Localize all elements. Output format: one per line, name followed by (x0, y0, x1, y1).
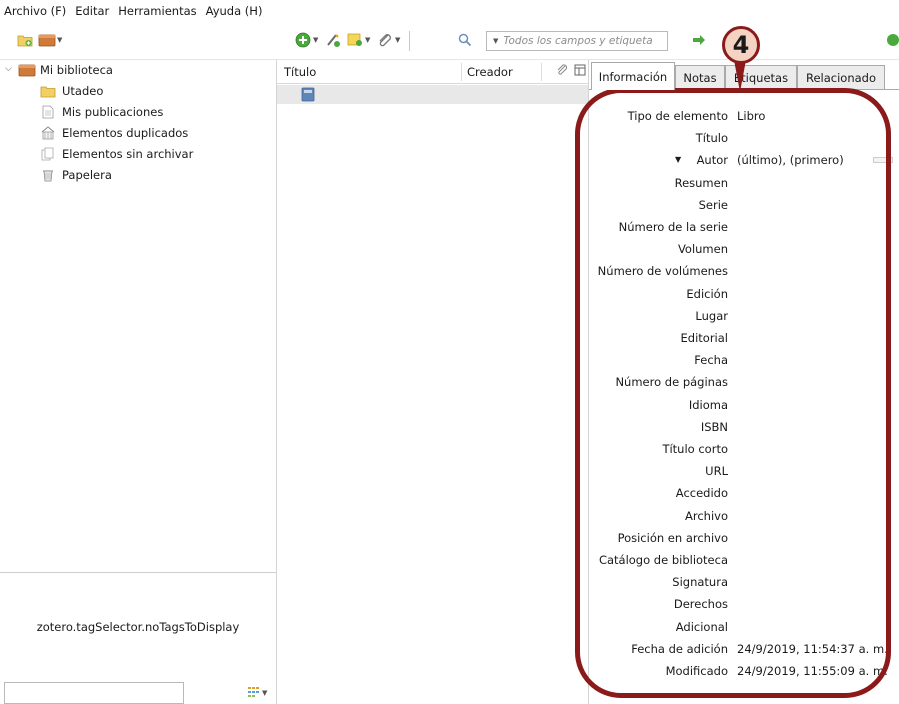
column-picker-icon[interactable] (574, 64, 586, 79)
trash-icon (40, 168, 56, 182)
tab-notas[interactable]: Notas (675, 65, 725, 89)
field-label-edicion: Edición (686, 287, 728, 301)
field-label-modificado: Modificado (665, 664, 728, 678)
column-divider[interactable] (541, 63, 542, 81)
search-mode-dropdown-icon[interactable]: ▼ (493, 37, 498, 45)
field-value-tipo[interactable]: Libro (737, 109, 765, 123)
field-label-accedido: Accedido (675, 486, 728, 500)
field-label-catalogo: Catálogo de biblioteca (598, 553, 728, 567)
document-icon (40, 105, 56, 119)
collection-label: Utadeo (62, 84, 104, 98)
new-note-dropdown-icon[interactable]: ▼ (365, 36, 370, 44)
menu-editar[interactable]: Editar (75, 4, 109, 18)
tag-filter-input[interactable] (4, 682, 184, 704)
column-divider[interactable] (461, 63, 462, 81)
tag-selector-message: zotero.tagSelector.noTagsToDisplay (36, 620, 240, 634)
collection-papelera[interactable]: Papelera (40, 165, 112, 185)
field-label-numero-volumenes: Número de volúmenes (597, 264, 728, 278)
tab-relacionado[interactable]: Relacionado (797, 65, 885, 89)
new-note-icon[interactable] (346, 32, 364, 48)
menu-archivo[interactable]: Archivo (F) (4, 4, 66, 18)
badge-pointer (734, 60, 746, 92)
field-label-fecha-adicion: Fecha de adición (631, 642, 728, 656)
field-label-archivo: Archivo (685, 509, 728, 523)
library-row[interactable]: ⌵ Mi biblioteca (0, 60, 276, 80)
menu-bar: Archivo (F) Editar Herramientas Ayuda (H… (0, 0, 899, 22)
toolbar-separator (409, 31, 410, 51)
collection-label: Elementos sin archivar (62, 147, 194, 161)
table-row[interactable] (277, 85, 588, 104)
tag-actions-button[interactable]: ▼ (248, 686, 272, 700)
tag-actions-dropdown-icon: ▼ (262, 689, 268, 697)
field-label-volumen: Volumen (677, 242, 728, 256)
tag-selector-divider[interactable] (0, 572, 276, 573)
collection-label: Papelera (62, 168, 112, 182)
field-label-serie: Serie (698, 198, 728, 212)
menu-ayuda[interactable]: Ayuda (H) (206, 4, 263, 18)
items-column-header: Título Creador (277, 60, 588, 84)
field-label-adicional: Adicional (675, 620, 728, 634)
field-label-signatura: Signatura (672, 575, 728, 589)
field-label-isbn: ISBN (700, 420, 728, 434)
collection-elementos-duplicados[interactable]: Elementos duplicados (40, 123, 188, 143)
book-icon (301, 87, 315, 105)
field-label-derechos: Derechos (673, 597, 728, 611)
add-by-identifier-icon[interactable] (324, 32, 342, 48)
collection-label: Mis publicaciones (62, 105, 164, 119)
field-label-fecha: Fecha (694, 353, 728, 367)
field-label-numero-serie: Número de la serie (618, 220, 728, 234)
column-creator[interactable]: Creador (467, 65, 513, 79)
field-value-modificado: 24/9/2019, 11:55:09 a. m. (737, 664, 888, 678)
author-mode-toggle[interactable] (873, 157, 893, 163)
field-label-resumen: Resumen (674, 176, 728, 190)
field-label-posicion-archivo: Posición en archivo (617, 531, 728, 545)
field-label-idioma: Idioma (688, 398, 728, 412)
add-attachment-icon[interactable] (376, 32, 394, 48)
field-label-titulo-corto: Título corto (662, 442, 728, 456)
menu-herramientas[interactable]: Herramientas (118, 4, 196, 18)
new-library-icon[interactable] (38, 32, 56, 48)
field-label-autor[interactable]: Autor (697, 153, 728, 167)
step-badge: 4 (722, 26, 760, 64)
sync-icon[interactable] (884, 32, 899, 48)
add-attachment-dropdown-icon[interactable]: ▼ (395, 36, 400, 44)
field-value-fecha-adicion: 24/9/2019, 11:54:37 a. m. (737, 642, 888, 656)
library-icon (18, 63, 36, 80)
collections-pane: ⌵ Mi biblioteca Utadeo Mis publicaciones… (0, 60, 277, 704)
items-pane: Título Creador (277, 60, 589, 704)
folder-icon (40, 84, 56, 98)
library-label: Mi biblioteca (40, 63, 113, 77)
toolbar: ▼ ▼ ▼ ▼ ▼ Todos los campos y etiqueta (0, 22, 899, 60)
duplicates-icon (40, 126, 56, 140)
tag-grid-icon (248, 686, 260, 700)
field-label-titulo: Título (695, 131, 728, 145)
new-item-icon[interactable] (294, 32, 312, 48)
field-label-url: URL (705, 464, 728, 478)
field-label-numero-paginas: Número de páginas (615, 375, 728, 389)
new-library-dropdown-icon[interactable]: ▼ (57, 36, 62, 44)
unfiled-icon (40, 147, 56, 161)
locate-arrow-icon[interactable] (690, 32, 708, 48)
field-label-lugar: Lugar (695, 309, 728, 323)
collection-elementos-sin-archivar[interactable]: Elementos sin archivar (40, 144, 193, 164)
search-icon[interactable] (456, 32, 474, 48)
attachment-column-icon[interactable] (556, 64, 568, 79)
collection-label: Elementos duplicados (62, 126, 189, 140)
column-title[interactable]: Título (284, 65, 316, 79)
tab-informacion[interactable]: Información (591, 62, 675, 90)
new-item-dropdown-icon[interactable]: ▼ (313, 36, 318, 44)
new-collection-icon[interactable] (16, 32, 34, 48)
item-pane: Información Notas Etiquetas Relacionado … (589, 60, 899, 704)
author-expand-triangle-icon[interactable]: ▼ (675, 155, 681, 164)
collection-utadeo[interactable]: Utadeo (40, 81, 103, 101)
field-label-editorial: Editorial (680, 331, 728, 345)
field-value-autor[interactable]: (último), (primero) (737, 153, 844, 167)
search-placeholder: Todos los campos y etiqueta (503, 35, 653, 47)
field-label-tipo: Tipo de elemento (627, 109, 728, 123)
collection-mis-publicaciones[interactable]: Mis publicaciones (40, 102, 163, 122)
collapse-chevron-icon[interactable]: ⌵ (5, 64, 12, 74)
search-input[interactable]: ▼ Todos los campos y etiqueta (486, 31, 668, 51)
